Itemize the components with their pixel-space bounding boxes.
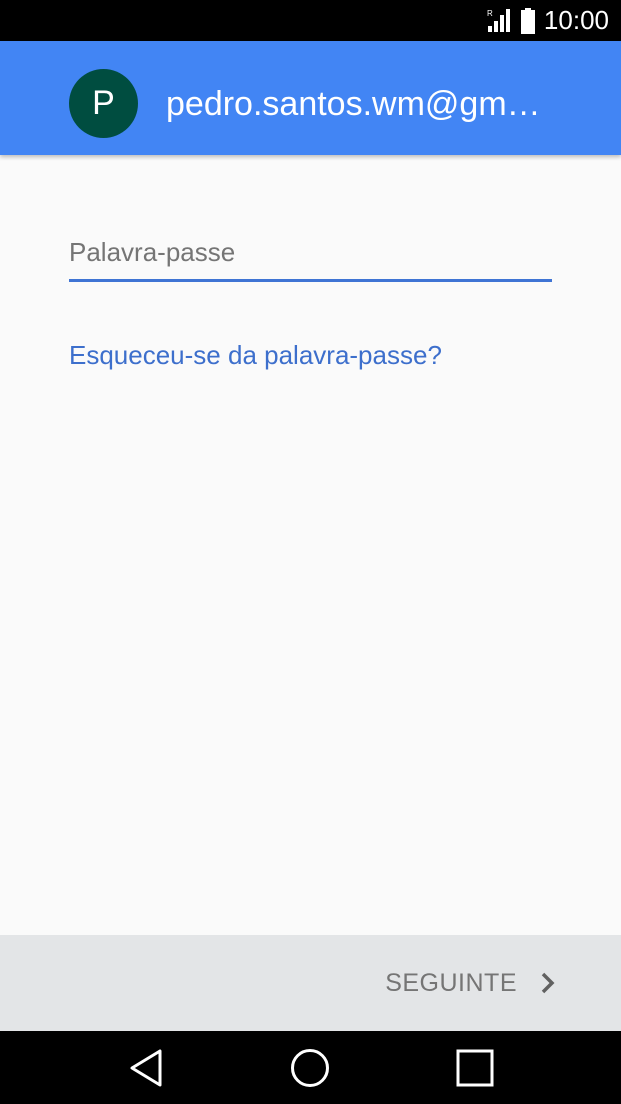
home-icon: [289, 1047, 331, 1089]
recents-icon: [455, 1048, 495, 1088]
chevron-right-icon: [541, 972, 555, 994]
nav-home-button[interactable]: [285, 1043, 335, 1093]
password-input[interactable]: [69, 225, 552, 282]
navigation-bar: [0, 1031, 621, 1104]
battery-icon: [520, 7, 536, 34]
forgot-password-link[interactable]: Esqueceu-se da palavra-passe?: [69, 336, 442, 374]
status-time: 10:00: [543, 5, 609, 35]
roaming-indicator: R: [487, 9, 493, 18]
signal-icon: R: [486, 8, 512, 34]
screen: R 10:00 P pedro.santos.wm@gm… Esqueceu-s…: [0, 0, 621, 1104]
next-button[interactable]: SEGUINTE: [385, 959, 555, 1007]
avatar: P: [69, 69, 138, 138]
account-header: P pedro.santos.wm@gm…: [0, 41, 621, 155]
account-email: pedro.santos.wm@gm…: [166, 85, 541, 123]
nav-recents-button[interactable]: [450, 1043, 500, 1093]
action-bar: SEGUINTE: [0, 935, 621, 1031]
avatar-letter: P: [92, 84, 115, 122]
next-button-label: SEGUINTE: [385, 968, 517, 997]
status-bar: R 10:00: [0, 0, 621, 41]
nav-back-button[interactable]: [121, 1043, 171, 1093]
status-icons: R 10:00: [486, 0, 609, 41]
back-icon: [126, 1048, 166, 1088]
